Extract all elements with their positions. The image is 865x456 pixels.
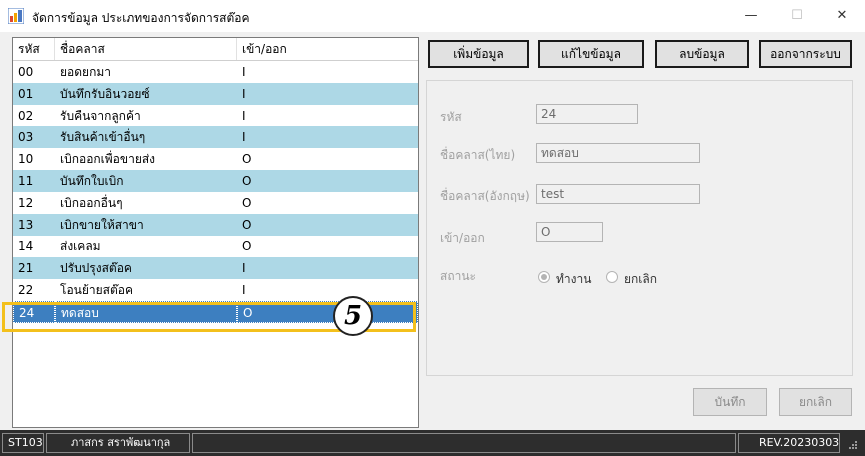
cell-name[interactable]: บันทึกใบเบิก — [55, 170, 237, 192]
cell-io[interactable]: O — [237, 148, 418, 170]
add-button[interactable]: เพิ่มข้อมูล — [428, 40, 529, 68]
table-row[interactable]: 21 ปรับปรุงสต๊อค I — [13, 257, 418, 280]
maximize-button: ☐ — [791, 8, 803, 23]
cell-code[interactable]: 21 — [13, 257, 55, 279]
cell-code[interactable]: 14 — [13, 235, 55, 257]
save-button[interactable]: บันทึก — [693, 388, 767, 416]
cell-io[interactable]: O — [237, 170, 418, 192]
cell-io[interactable]: O — [237, 192, 418, 214]
table-row[interactable]: 03 รับสินค้าเข้าอื่นๆ I — [13, 126, 418, 149]
cell-code[interactable]: 12 — [13, 192, 55, 214]
cell-io[interactable]: O — [237, 300, 418, 323]
cell-name[interactable]: เบิกออกอื่นๆ — [55, 192, 237, 214]
window-title: จัดการข้อมูล ประเภทของการจัดการสต๊อค — [32, 11, 250, 25]
title-bar: จัดการข้อมูล ประเภทของการจัดการสต๊อค — ☐… — [0, 0, 865, 32]
io-label: เข้า/ออก — [440, 231, 485, 245]
cell-code[interactable]: 22 — [13, 279, 55, 301]
cell-code[interactable]: 10 — [13, 148, 55, 170]
table-row[interactable]: 14 ส่งเคลม O — [13, 235, 418, 257]
cell-name[interactable]: เบิกออกเพื่อขายส่ง — [55, 148, 237, 170]
cell-io[interactable]: I — [237, 126, 418, 148]
status-revision: REV.20230303 — [738, 433, 840, 453]
cell-code[interactable]: 24 — [13, 300, 55, 323]
status-user-name: ภาสกร สราพัฒนากุล — [46, 433, 190, 453]
status-bar: ST103 ภาสกร สราพัฒนากุล REV.20230303 — [0, 430, 865, 456]
cell-name[interactable]: รับคืนจากลูกค้า — [55, 105, 237, 127]
cell-code[interactable]: 13 — [13, 214, 55, 236]
status-active-radio[interactable] — [538, 271, 550, 283]
resize-grip-icon[interactable] — [846, 438, 858, 450]
table-row[interactable]: 02 รับคืนจากลูกค้า I — [13, 105, 418, 127]
grid-header: รหัส ชื่อคลาส เข้า/ออก — [13, 38, 418, 61]
status-active-label: ทำงาน — [556, 272, 592, 286]
step-number-badge: 5 — [333, 296, 373, 336]
code-field[interactable]: 24 — [536, 104, 638, 124]
cancel-button[interactable]: ยกเลิก — [779, 388, 852, 416]
status-label: สถานะ — [440, 269, 476, 283]
name-th-field[interactable]: ทดสอบ — [536, 143, 700, 163]
code-label: รหัส — [440, 110, 462, 124]
detail-panel — [426, 80, 853, 376]
app-icon — [7, 7, 25, 25]
cell-name[interactable]: ปรับปรุงสต๊อค — [55, 257, 237, 279]
cell-code[interactable]: 01 — [13, 83, 55, 105]
cell-code[interactable]: 11 — [13, 170, 55, 192]
exit-button[interactable]: ออกจากระบบ — [759, 40, 852, 68]
cell-io[interactable]: I — [237, 279, 418, 301]
edit-button[interactable]: แก้ไขข้อมูล — [538, 40, 644, 68]
cell-code[interactable]: 03 — [13, 126, 55, 148]
cell-io[interactable]: I — [237, 83, 418, 105]
name-en-label: ชื่อคลาส(อังกฤษ) — [440, 189, 530, 203]
table-row[interactable]: 01 บันทึกรับอินวอยซ์ I — [13, 82, 418, 105]
name-en-field[interactable]: test — [536, 184, 700, 204]
status-cancelled-label: ยกเลิก — [624, 272, 658, 286]
cell-name[interactable]: รับสินค้าเข้าอื่นๆ — [55, 126, 237, 148]
cell-code[interactable]: 00 — [13, 61, 55, 83]
column-header-name[interactable]: ชื่อคลาส — [55, 38, 237, 60]
cell-name[interactable]: เบิกขายให้สาขา — [55, 214, 237, 236]
cell-name[interactable]: บันทึกรับอินวอยซ์ — [55, 83, 237, 105]
cell-name[interactable]: ทดสอบ — [55, 300, 237, 323]
cell-io[interactable]: I — [237, 105, 418, 127]
status-module-code: ST103 — [2, 433, 44, 453]
table-row[interactable]: 10 เบิกออกเพื่อขายส่ง O — [13, 148, 418, 170]
table-row[interactable]: 12 เบิกออกอื่นๆ O — [13, 192, 418, 214]
column-header-io[interactable]: เข้า/ออก — [237, 38, 418, 60]
minimize-button[interactable]: — — [728, 0, 774, 32]
cell-io[interactable]: I — [237, 61, 418, 83]
cell-io[interactable]: O — [237, 214, 418, 236]
table-row[interactable]: 13 เบิกขายให้สาขา O — [13, 213, 418, 236]
cell-name[interactable]: ส่งเคลม — [55, 235, 237, 257]
delete-button[interactable]: ลบข้อมูล — [655, 40, 749, 68]
io-field[interactable]: O — [536, 222, 603, 242]
stock-class-grid[interactable]: รหัส ชื่อคลาส เข้า/ออก 00 ยอดยกมา I 01 บันทึ… — [12, 37, 419, 428]
cell-io[interactable]: I — [237, 257, 418, 279]
status-cancelled-radio[interactable] — [606, 271, 618, 283]
table-row[interactable]: 11 บันทึกใบเบิก O — [13, 170, 418, 192]
table-row[interactable]: 00 ยอดยกมา I — [13, 61, 418, 83]
cell-name[interactable]: โอนย้ายสต๊อค — [55, 279, 237, 301]
status-message — [192, 433, 736, 453]
close-button[interactable]: ✕ — [819, 0, 865, 32]
cell-io[interactable]: O — [237, 235, 418, 257]
cell-name[interactable]: ยอดยกมา — [55, 61, 237, 83]
column-header-code[interactable]: รหัส — [13, 38, 55, 60]
name-th-label: ชื่อคลาส(ไทย) — [440, 148, 516, 162]
cell-code[interactable]: 02 — [13, 105, 55, 127]
